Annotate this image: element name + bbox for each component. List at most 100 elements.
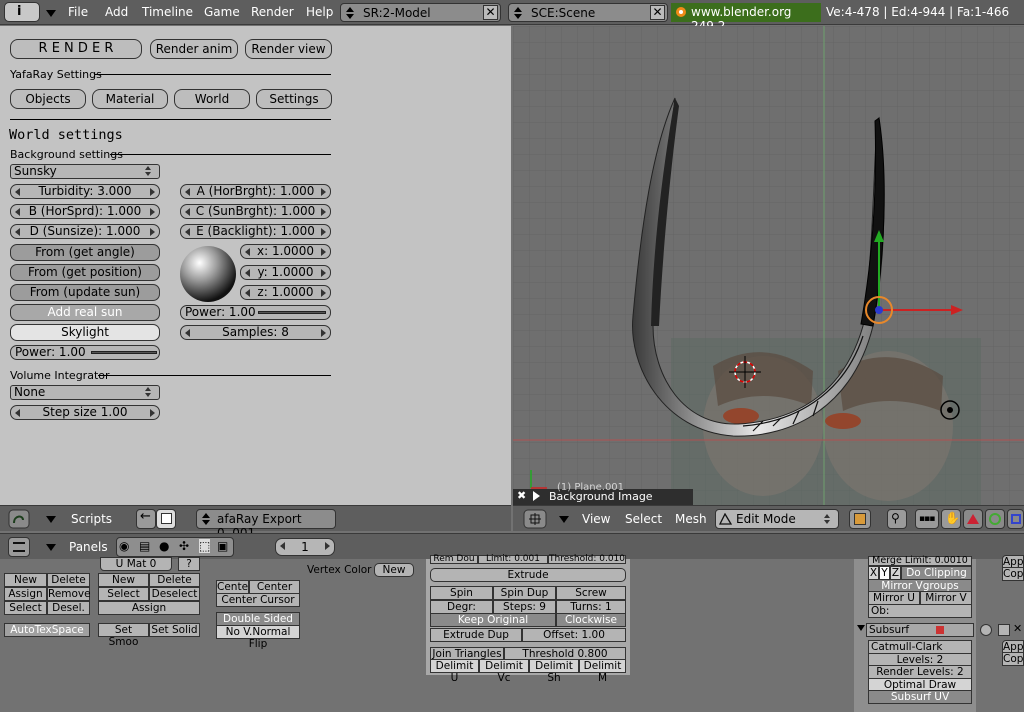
render-levels-field[interactable]: Render Levels: 2: [868, 665, 972, 679]
back-arrow-icon[interactable]: ←: [136, 509, 156, 529]
material-index-field[interactable]: U Mat 0: [100, 557, 172, 571]
centre-button[interactable]: Cente: [216, 580, 249, 594]
horbrght-field[interactable]: A (HorBrght): 1.000: [180, 184, 331, 199]
keep-original-toggle[interactable]: Keep Original: [430, 613, 556, 627]
z-field[interactable]: z: 1.0000: [240, 285, 331, 300]
shading-icon[interactable]: ●: [159, 539, 169, 553]
y-field[interactable]: y: 1.0000: [240, 265, 331, 280]
vgroup-select-button[interactable]: Select: [4, 601, 47, 615]
menu-add[interactable]: Add: [105, 5, 128, 19]
sunbrght-field[interactable]: C (SunBrght): 1.000: [180, 204, 331, 219]
pivot-icon[interactable]: ⚲: [887, 509, 907, 529]
add-real-sun-toggle[interactable]: Add real sun: [10, 304, 160, 321]
degrees-field[interactable]: Degr: 90.00: [430, 600, 493, 625]
spin-dup-button[interactable]: Spin Dup: [493, 586, 556, 600]
collapse-menu-icon[interactable]: [559, 516, 569, 523]
vgroup-delete-button[interactable]: Delete: [47, 573, 90, 587]
skylight-toggle[interactable]: Skylight: [10, 324, 160, 341]
editing-icon[interactable]: ⬚: [199, 539, 211, 553]
modifier-delete-icon[interactable]: ✕: [1013, 623, 1024, 636]
rem-doubles-button[interactable]: Rem Dou: [430, 555, 478, 564]
mirror-object-field[interactable]: Ob:: [868, 604, 972, 618]
limit-field[interactable]: Limit: 0.001: [478, 555, 548, 564]
scene-icon[interactable]: ▣: [217, 539, 228, 553]
offset-field[interactable]: Offset: 1.00: [522, 628, 626, 642]
collapse-modifier-icon[interactable]: [857, 625, 865, 631]
material-deselect-button[interactable]: Deselect: [149, 587, 200, 601]
menu-help[interactable]: Help: [306, 5, 333, 19]
draw-type-icon[interactable]: [849, 509, 871, 529]
modifier-move-up-icon[interactable]: [998, 624, 1010, 636]
turns-field[interactable]: Turns: 1: [556, 600, 626, 614]
threshold-field[interactable]: Threshold: 0.010: [548, 555, 626, 564]
tab-material[interactable]: Material: [92, 89, 168, 109]
menu-select[interactable]: Select: [625, 512, 662, 526]
modifier-render-icon[interactable]: [936, 626, 944, 634]
backlight-field[interactable]: E (Backlight): 1.000: [180, 224, 331, 239]
axis-y-toggle[interactable]: Y: [879, 566, 890, 580]
vgroup-remove-button[interactable]: Remove: [47, 587, 91, 601]
tab-objects[interactable]: Objects: [10, 89, 86, 109]
centre-new-button[interactable]: Center Ne: [249, 580, 300, 605]
viewport-canvas[interactable]: [513, 26, 1024, 505]
delimit-vcol-toggle[interactable]: Delimit Vc: [479, 659, 529, 684]
steps-field[interactable]: Steps: 9: [493, 600, 556, 614]
vgroup-assign-button[interactable]: Assign: [4, 587, 47, 601]
script-icon[interactable]: ▤: [139, 539, 150, 553]
delete-screen-button[interactable]: ✕: [483, 5, 498, 20]
manipulator-scale-icon[interactable]: [1007, 509, 1024, 529]
menu-file[interactable]: File: [68, 5, 88, 19]
mirror-u-toggle[interactable]: Mirror U: [868, 591, 920, 605]
modifier-cage-icon[interactable]: [980, 624, 992, 636]
tab-settings[interactable]: Settings: [256, 89, 332, 109]
render-button[interactable]: R E N D E R: [10, 39, 142, 59]
close-icon[interactable]: ✖: [517, 489, 526, 502]
double-sided-toggle[interactable]: Double Sided: [216, 612, 300, 626]
subsurf-uv-toggle[interactable]: Subsurf UV: [868, 690, 972, 704]
no-vnormal-flip-toggle[interactable]: No V.Normal Flip: [216, 625, 300, 650]
power-slider-right[interactable]: Power: 1.00: [180, 305, 331, 320]
copy-button-2[interactable]: Cop: [1002, 652, 1024, 666]
menu-timeline[interactable]: Timeline: [142, 5, 193, 19]
horsprd-field[interactable]: B (HorSprd): 1.000: [10, 204, 160, 219]
material-assign-button[interactable]: Assign: [98, 601, 200, 615]
vertex-color-new-button[interactable]: New: [374, 563, 414, 577]
axis-z-toggle[interactable]: Z: [890, 566, 901, 580]
extrude-dup-button[interactable]: Extrude Dup: [430, 628, 522, 642]
render-view-button[interactable]: Render view: [245, 39, 332, 59]
merge-limit-field[interactable]: Merge Limit: 0.0010: [868, 556, 972, 566]
background-type-select[interactable]: Sunsky: [10, 164, 160, 179]
set-smooth-button[interactable]: Set Smoo: [98, 623, 149, 648]
sunsize-field[interactable]: D (Sunsize): 1.000: [10, 224, 160, 239]
blender-url[interactable]: www.blender.org 249.2: [671, 3, 821, 33]
layers-icon[interactable]: ▪▪▪: [915, 509, 939, 529]
turbidity-field[interactable]: Turbidity: 3.000: [10, 184, 160, 199]
from-update-sun-button[interactable]: From (update sun): [10, 284, 160, 301]
autotexspace-toggle[interactable]: AutoTexSpace: [4, 623, 90, 637]
material-select-button[interactable]: Select: [98, 587, 149, 601]
object-icon[interactable]: ✣: [179, 539, 189, 553]
axis-x-toggle[interactable]: X: [868, 566, 879, 580]
hand-grab-icon[interactable]: ✋: [941, 509, 961, 529]
buttons-window-icon[interactable]: [8, 537, 30, 557]
vgroup-deselect-button[interactable]: Desel.: [47, 601, 90, 615]
from-get-angle-button[interactable]: From (get angle): [10, 244, 160, 261]
subsurf-name-field[interactable]: Subsurf: [866, 623, 974, 637]
x-field[interactable]: x: 1.0000: [240, 244, 331, 259]
menu-mesh[interactable]: Mesh: [675, 512, 707, 526]
help-button[interactable]: ?: [178, 557, 200, 571]
material-delete-button[interactable]: Delete: [149, 573, 200, 587]
subdivision-type-select[interactable]: Catmull-Clark: [868, 640, 972, 654]
screen-selector[interactable]: SR:2-Model ✕: [340, 3, 501, 22]
collapse-menu-icon[interactable]: [46, 10, 56, 17]
python-window-icon[interactable]: [8, 509, 30, 529]
window-icon[interactable]: [156, 509, 176, 529]
clockwise-toggle[interactable]: Clockwise: [556, 613, 626, 627]
screw-button[interactable]: Screw: [556, 586, 626, 600]
scene-selector[interactable]: SCE:Scene ✕: [508, 3, 668, 22]
collapse-menu-icon[interactable]: [46, 544, 56, 551]
copy-button-1[interactable]: Cop: [1002, 567, 1024, 581]
set-solid-button[interactable]: Set Solid: [149, 623, 200, 637]
do-clipping-toggle[interactable]: Do Clipping: [901, 566, 972, 580]
menu-game[interactable]: Game: [204, 5, 240, 19]
